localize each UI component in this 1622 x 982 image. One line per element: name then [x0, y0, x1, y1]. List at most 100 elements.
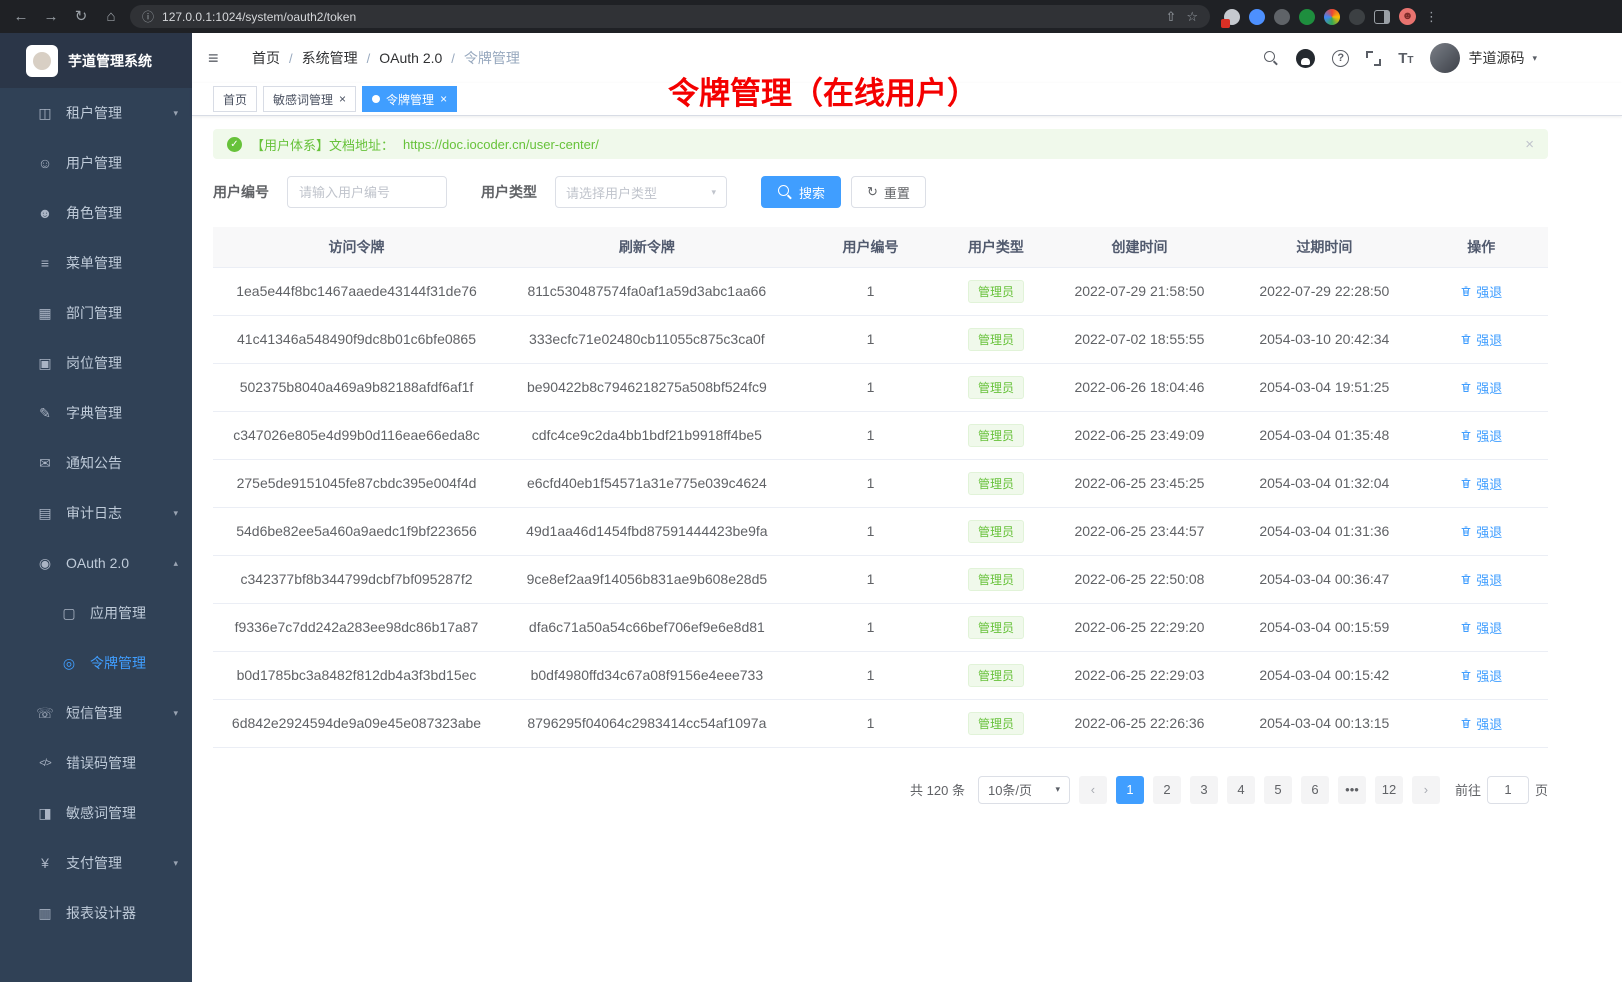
cell-user-id: 1: [794, 411, 948, 459]
cell-access-token: c347026e805e4d99b0d116eae66eda8c: [213, 411, 500, 459]
fullscreen-icon[interactable]: [1366, 51, 1381, 66]
site-info-icon[interactable]: ⓘ: [142, 8, 154, 25]
sidebar-item-oauth-app[interactable]: ▢ 应用管理: [0, 588, 192, 638]
sidebar-item-error-code[interactable]: </> 错误码管理: [0, 738, 192, 788]
browser-chrome: ← → ↻ ⌂ ⓘ 127.0.0.1:1024/system/oauth2/t…: [0, 0, 1622, 33]
browser-reload-button[interactable]: ↻: [70, 6, 92, 28]
breadcrumb-item[interactable]: OAuth 2.0: [379, 50, 442, 66]
force-logout-button[interactable]: 强退: [1460, 378, 1502, 397]
browser-profile-avatar[interactable]: ☻: [1399, 8, 1416, 25]
force-logout-button[interactable]: 强退: [1460, 714, 1502, 733]
sidebar-item-sensitive-word[interactable]: ◨ 敏感词管理: [0, 788, 192, 838]
next-page-button[interactable]: ›: [1412, 776, 1440, 804]
sidebar-item-notice[interactable]: ✉ 通知公告: [0, 438, 192, 488]
bookmark-star-icon[interactable]: ☆: [1186, 9, 1198, 25]
address-bar[interactable]: ⓘ 127.0.0.1:1024/system/oauth2/token ⇧ ☆: [130, 5, 1210, 28]
sidebar-item-label: 支付管理: [66, 853, 122, 873]
sidebar-collapse-icon[interactable]: ≡: [208, 48, 230, 69]
browser-home-button[interactable]: ⌂: [100, 6, 122, 28]
user-icon: ☺: [36, 155, 54, 171]
user-type-select[interactable]: 请选择用户类型 ▾: [555, 176, 727, 208]
page-button-3[interactable]: 3: [1190, 776, 1218, 804]
extension-icon-gray[interactable]: [1274, 9, 1290, 25]
sidebar-item-user[interactable]: ☺ 用户管理: [0, 138, 192, 188]
force-logout-button[interactable]: 强退: [1460, 618, 1502, 637]
goto-page-input[interactable]: [1487, 776, 1529, 804]
force-logout-button[interactable]: 强退: [1460, 330, 1502, 349]
browser-forward-button[interactable]: →: [40, 6, 62, 28]
sidebar-item-payment[interactable]: ¥ 支付管理 ▾: [0, 838, 192, 888]
extension-icon-dark[interactable]: [1349, 9, 1365, 25]
share-icon[interactable]: ⇧: [1165, 9, 1176, 25]
search-icon[interactable]: [1263, 50, 1279, 66]
tab-sensitive-word[interactable]: 敏感词管理 ×: [263, 86, 356, 112]
side-panel-icon[interactable]: [1374, 10, 1390, 24]
page-size-select[interactable]: 10条/页 ▾: [978, 776, 1070, 804]
cell-refresh-token: e6cfd40eb1f54571a31e775e039c4624: [500, 459, 794, 507]
sidebar-item-tenant[interactable]: ◫ 租户管理 ▾: [0, 88, 192, 138]
browser-menu-icon[interactable]: ⋮: [1425, 9, 1438, 25]
page-ellipsis[interactable]: •••: [1338, 776, 1366, 804]
post-icon: ▣: [36, 355, 54, 372]
force-logout-button[interactable]: 强退: [1460, 474, 1502, 493]
user-menu[interactable]: 芋道源码 ▾: [1430, 43, 1537, 73]
sidebar-item-report-designer[interactable]: ▥ 报表设计器: [0, 888, 192, 938]
tab-token-mgmt[interactable]: 令牌管理 ×: [362, 86, 457, 112]
force-logout-button[interactable]: 强退: [1460, 426, 1502, 445]
sidebar-item-menu-mgmt[interactable]: ≡ 菜单管理: [0, 238, 192, 288]
force-logout-button[interactable]: 强退: [1460, 282, 1502, 301]
page-button-12[interactable]: 12: [1375, 776, 1403, 804]
column-expires-at: 过期时间: [1234, 227, 1414, 267]
search-button[interactable]: 搜索: [761, 176, 841, 208]
doc-link[interactable]: https://doc.iocoder.cn/user-center/: [403, 137, 599, 152]
github-icon[interactable]: [1296, 49, 1315, 68]
help-icon[interactable]: ?: [1332, 50, 1349, 67]
force-logout-button[interactable]: 强退: [1460, 666, 1502, 685]
cell-expires-at: 2054-03-04 00:13:15: [1234, 699, 1414, 747]
cell-created-at: 2022-06-25 22:29:03: [1045, 651, 1235, 699]
menu-icon: ≡: [36, 255, 54, 271]
sidebar-item-oauth[interactable]: ◉ OAuth 2.0 ▴: [0, 538, 192, 588]
close-icon[interactable]: ×: [440, 93, 447, 105]
page-button-4[interactable]: 4: [1227, 776, 1255, 804]
table-header-row: 访问令牌 刷新令牌 用户编号 用户类型 创建时间 过期时间 操作: [213, 227, 1548, 267]
broadcast-icon: ◎: [60, 655, 78, 672]
sidebar-item-oauth-token[interactable]: ◎ 令牌管理: [0, 638, 192, 688]
user-id-input[interactable]: [287, 176, 447, 208]
page-button-6[interactable]: 6: [1301, 776, 1329, 804]
chevron-down-icon: ▾: [1055, 784, 1060, 795]
page-button-5[interactable]: 5: [1264, 776, 1292, 804]
payment-icon: ¥: [36, 855, 54, 871]
sidebar-item-sms[interactable]: ☏ 短信管理 ▾: [0, 688, 192, 738]
reset-button[interactable]: ↻ 重置: [851, 176, 926, 208]
chevron-down-icon: ▾: [173, 708, 178, 719]
close-icon[interactable]: ×: [339, 93, 346, 105]
extension-icon-puzzle[interactable]: [1224, 9, 1240, 25]
extension-icon-blue[interactable]: [1249, 9, 1265, 25]
breadcrumb-item[interactable]: 首页: [252, 48, 280, 68]
sidebar-item-dictionary[interactable]: ✎ 字典管理: [0, 388, 192, 438]
table-row: 1ea5e44f8bc1467aaede43144f31de76 811c530…: [213, 267, 1548, 315]
font-size-icon[interactable]: TT: [1398, 50, 1413, 67]
close-icon[interactable]: ×: [1525, 136, 1534, 153]
extension-icon-green[interactable]: [1299, 9, 1315, 25]
force-logout-button[interactable]: 强退: [1460, 522, 1502, 541]
sidebar-item-department[interactable]: ▦ 部门管理: [0, 288, 192, 338]
prev-page-button[interactable]: ‹: [1079, 776, 1107, 804]
browser-back-button[interactable]: ←: [10, 6, 32, 28]
extension-icon-colorful[interactable]: [1324, 9, 1340, 25]
cell-user-id: 1: [794, 507, 948, 555]
breadcrumb-item[interactable]: 系统管理: [302, 48, 358, 68]
sidebar-item-post[interactable]: ▣ 岗位管理: [0, 338, 192, 388]
table-body: 1ea5e44f8bc1467aaede43144f31de76 811c530…: [213, 267, 1548, 747]
cell-refresh-token: cdfc4ce9c2da4bb1bdf21b9918ff4be5: [500, 411, 794, 459]
alert-text: 【用户体系】文档地址：: [251, 135, 394, 154]
force-logout-button[interactable]: 强退: [1460, 570, 1502, 589]
sidebar-item-role[interactable]: ☻ 角色管理: [0, 188, 192, 238]
tab-home[interactable]: 首页: [213, 86, 257, 112]
page-button-2[interactable]: 2: [1153, 776, 1181, 804]
cell-actions: 强退: [1414, 603, 1548, 651]
sidebar-item-audit-log[interactable]: ▤ 审计日志 ▾: [0, 488, 192, 538]
page-button-1[interactable]: 1: [1116, 776, 1144, 804]
url-text[interactable]: 127.0.0.1:1024/system/oauth2/token: [162, 10, 1157, 24]
